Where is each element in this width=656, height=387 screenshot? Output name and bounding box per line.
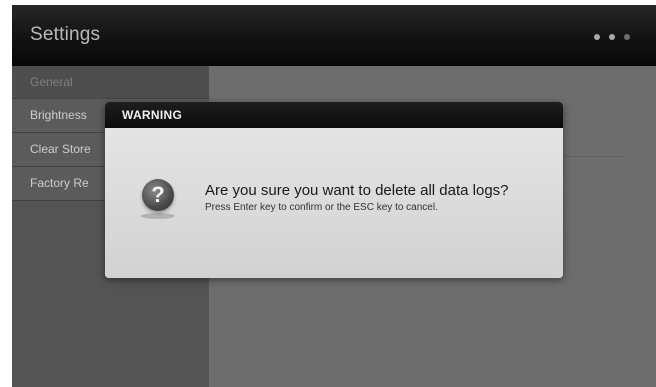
dialog-title: WARNING bbox=[105, 102, 563, 128]
icon-shadow bbox=[141, 213, 175, 219]
dialog-hint: Press Enter key to confirm or the ESC ke… bbox=[205, 202, 438, 213]
dialog-body: ? Are you sure you want to delete all da… bbox=[105, 128, 563, 278]
warning-dialog: WARNING ? Are you sure you want to delet… bbox=[105, 102, 563, 278]
settings-screen: Settings General Brightness Clear Store … bbox=[12, 5, 656, 387]
question-icon: ? bbox=[142, 179, 174, 211]
dialog-message: Are you sure you want to delete all data… bbox=[205, 182, 509, 199]
